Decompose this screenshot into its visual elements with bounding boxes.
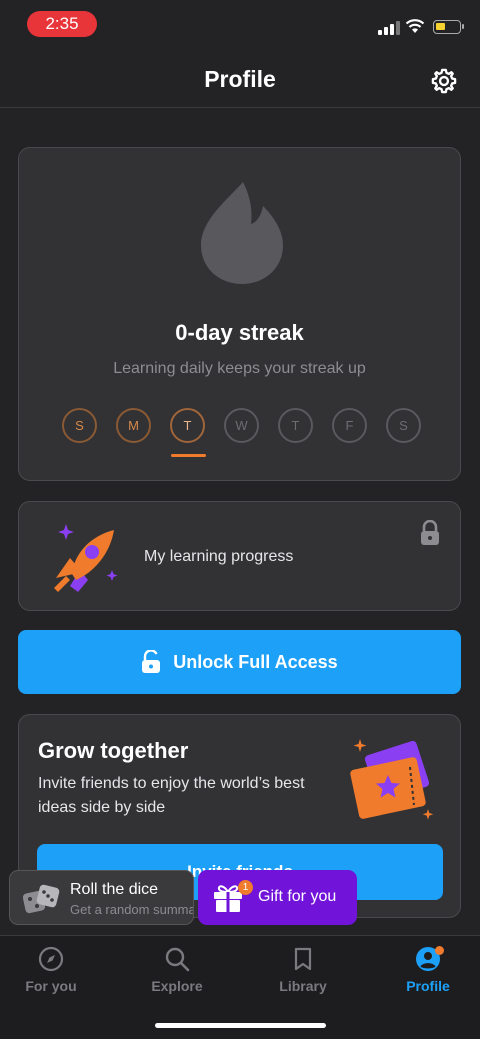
ticket-star-icon: [350, 739, 434, 820]
nav-library[interactable]: Library: [248, 946, 358, 994]
nav-library-label: Library: [279, 978, 327, 994]
grow-title: Grow together: [38, 738, 189, 763]
nav-profile[interactable]: Profile: [373, 946, 480, 994]
day-wednesday: W: [224, 408, 259, 443]
roll-the-dice-chip[interactable]: Roll the dice Get a random summary: [9, 870, 194, 925]
status-bar: 2:35: [0, 0, 480, 50]
dice-title: Roll the dice: [70, 881, 159, 898]
search-icon: [165, 947, 190, 972]
streak-card[interactable]: 0-day streak Learning daily keeps your s…: [18, 147, 461, 481]
wifi-icon: [405, 19, 425, 33]
learning-progress-card[interactable]: My learning progress: [18, 501, 461, 611]
day-saturday: S: [386, 408, 421, 443]
day-thursday: T: [278, 408, 313, 443]
day-monday: M: [116, 408, 151, 443]
nav-explore[interactable]: Explore: [122, 946, 232, 994]
lock-icon: [421, 520, 439, 545]
home-indicator: [155, 1023, 326, 1028]
settings-gear-icon[interactable]: [430, 67, 458, 95]
battery-icon: [433, 20, 464, 34]
day-friday: F: [332, 408, 367, 443]
page-title: Profile: [204, 66, 276, 92]
compass-icon: [38, 946, 64, 972]
nav-profile-label: Profile: [406, 978, 450, 994]
nav-explore-label: Explore: [151, 978, 203, 994]
nav-for-you-label: For you: [25, 978, 77, 994]
unlock-label: Unlock Full Access: [173, 651, 338, 672]
unlock-full-access-button[interactable]: Unlock Full Access: [18, 630, 461, 694]
dice-subtitle: Get a random summary: [70, 902, 194, 917]
day-tuesday: T: [170, 408, 206, 457]
header: Profile: [0, 50, 480, 108]
streak-week: S M T W T F S: [62, 408, 421, 457]
day-sunday: S: [62, 408, 97, 443]
learning-progress-label: My learning progress: [144, 548, 294, 565]
gift-label: Gift for you: [258, 888, 337, 905]
gift-for-you-chip[interactable]: 1 Gift for you: [198, 870, 357, 925]
cellular-signal-icon: [378, 21, 400, 35]
bookmark-icon: [294, 947, 312, 971]
nav-for-you[interactable]: For you: [0, 946, 106, 994]
rocket-icon: [54, 524, 118, 592]
streak-title: 0-day streak: [175, 320, 304, 345]
status-time: 2:35: [27, 11, 97, 37]
dice-icon: [22, 884, 60, 914]
unlock-icon: [142, 650, 161, 673]
gift-badge: 1: [238, 880, 253, 895]
flame-icon: [201, 182, 283, 284]
streak-subtitle: Learning daily keeps your streak up: [113, 360, 366, 377]
profile-notification-dot: [435, 946, 444, 955]
grow-description: Invite friends to enjoy the world’s best…: [38, 775, 305, 816]
